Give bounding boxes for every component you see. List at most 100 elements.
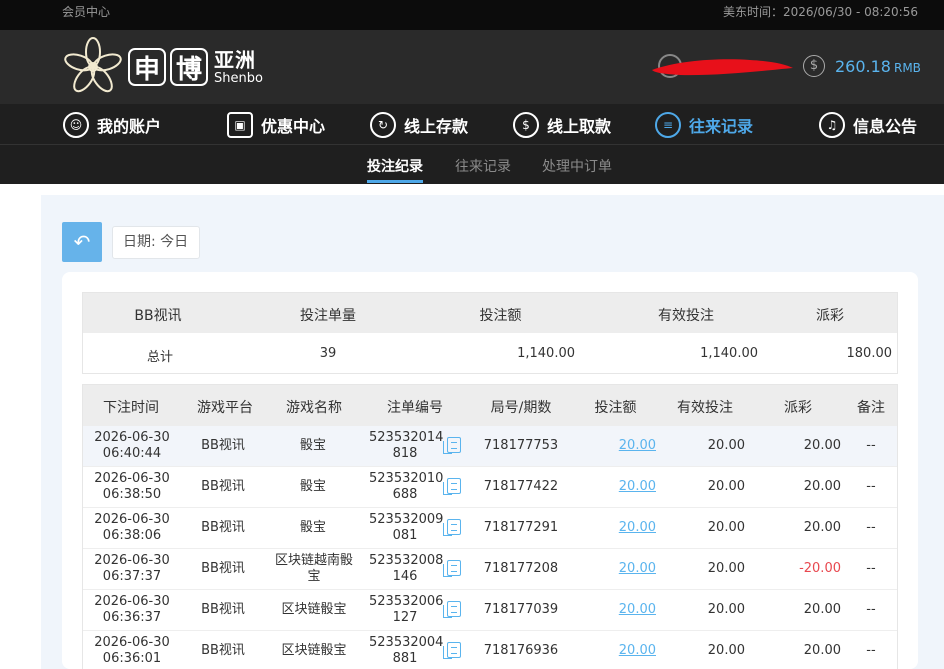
nav-online-withdraw[interactable]: $ 线上取款 [513, 110, 611, 140]
game-name-cell: 骰宝 [299, 520, 326, 535]
payout-cell: 20.00 [803, 643, 841, 658]
bet-records-table: 下注时间 游戏平台 游戏名称 注单编号 局号/期数 投注额 有效投注 派彩 备注… [82, 384, 898, 669]
bet-amount-link[interactable]: 20.00 [610, 438, 656, 454]
order-id-cell: 523532014 818 [369, 430, 444, 461]
balance-currency: RMB [893, 61, 921, 75]
logo-cn: 亚洲 [214, 47, 256, 72]
deposit-icon: ↻ [370, 112, 396, 138]
table-row[interactable]: 2026-06-30 06:40:44 BB视讯 骰宝 523532014 818 … [83, 426, 897, 467]
column-header: 局号/期数 [490, 400, 552, 416]
copy-icon[interactable] [443, 478, 461, 495]
copy-icon[interactable] [443, 437, 461, 454]
platform-cell: BB视讯 [201, 561, 245, 576]
table-row[interactable]: 2026-06-30 06:38:50 BB视讯 骰宝 523532010 688 … [83, 467, 897, 508]
copy-icon[interactable] [443, 601, 461, 618]
note-cell: -- [866, 561, 876, 576]
valid-bet-cell: 20.00 [707, 561, 745, 576]
copy-icon[interactable] [443, 560, 461, 577]
copy-icon[interactable] [443, 519, 461, 536]
tab-pending-orders[interactable]: 处理中订单 [542, 156, 612, 176]
bet-time: 2026-06-30 06:37:37 [94, 553, 170, 584]
bet-amount-link[interactable]: 20.00 [610, 602, 656, 618]
balance-amount: 260.18 [835, 57, 891, 76]
summary-value: 1,140.00 [700, 346, 758, 361]
bet-time: 2026-06-30 06:38:06 [94, 512, 170, 543]
summary-table: BB视讯 投注单量 投注额 有效投注 派彩 总计 39 1,140.00 1,1… [82, 292, 898, 374]
summary-value: 总计 [146, 350, 173, 365]
summary-header: 有效投注 [658, 308, 714, 324]
game-name-cell: 区块链骰宝 [281, 643, 347, 658]
member-center-link[interactable]: 会员中心 [62, 3, 110, 20]
valid-bet-cell: 20.00 [707, 438, 745, 453]
logo-en: Shenbo [214, 70, 263, 86]
note-cell: -- [866, 602, 876, 617]
site-header: 申 博 亚洲 Shenbo $ 260.18 RMB [0, 30, 944, 104]
valid-bet-cell: 20.00 [707, 602, 745, 617]
nav-my-account[interactable]: ☺ 我的账户 [63, 110, 161, 140]
bet-amount-link[interactable]: 20.00 [610, 520, 656, 536]
column-header: 注单编号 [387, 400, 443, 416]
payout-cell: -20.00 [799, 561, 841, 576]
records-icon: ≡ [655, 112, 681, 138]
nav-promotions[interactable]: ▣ 优惠中心 [227, 110, 325, 140]
bet-time: 2026-06-30 06:36:37 [94, 594, 170, 625]
payout-cell: 20.00 [803, 479, 841, 494]
active-tab-underline [367, 180, 423, 183]
platform-cell: BB视讯 [201, 602, 245, 617]
round-id-cell: 718177208 [483, 561, 559, 576]
round-id-cell: 718176936 [483, 643, 559, 658]
table-row[interactable]: 2026-06-30 06:36:01 BB视讯 区块链骰宝 523532004 8… [83, 631, 897, 669]
summary-header: 投注单量 [300, 308, 356, 324]
logo-char-box: 博 [170, 48, 208, 86]
bet-time: 2026-06-30 06:36:01 [94, 635, 170, 666]
back-button[interactable]: ↶ [62, 222, 102, 262]
payout-cell: 20.00 [803, 602, 841, 617]
table-row[interactable]: 2026-06-30 06:36:37 BB视讯 区块链骰宝 523532006 1… [83, 590, 897, 631]
main-nav: ☺ 我的账户 ▣ 优惠中心 ↻ 线上存款 $ 线上取款 ≡ 往来记录 ♫ 信息公… [0, 104, 944, 145]
bet-amount-link[interactable]: 20.00 [610, 643, 656, 659]
summary-header: 投注额 [479, 308, 522, 324]
bet-amount-link[interactable]: 20.00 [610, 561, 656, 577]
valid-bet-cell: 20.00 [707, 643, 745, 658]
column-header: 投注额 [594, 400, 637, 416]
summary-header: BB视讯 [134, 308, 182, 324]
sub-nav: 投注纪录 往来记录 处理中订单 [0, 145, 944, 184]
round-id-cell: 718177753 [483, 438, 559, 453]
bell-icon: ♫ [819, 112, 845, 138]
note-cell: -- [866, 520, 876, 535]
column-header: 备注 [857, 400, 885, 416]
order-id-cell: 523532009 081 [369, 512, 444, 543]
bet-amount-link[interactable]: 20.00 [610, 479, 656, 495]
gift-icon: ▣ [227, 112, 253, 138]
site-logo[interactable]: 申 博 亚洲 Shenbo [62, 36, 263, 98]
table-row[interactable]: 2026-06-30 06:38:06 BB视讯 骰宝 523532009 081 … [83, 508, 897, 549]
note-cell: -- [866, 479, 876, 494]
date-filter[interactable]: 日期: 今日 [112, 226, 200, 259]
game-name-cell: 骰宝 [299, 438, 326, 453]
nav-label: 信息公告 [853, 117, 918, 136]
platform-cell: BB视讯 [201, 438, 245, 453]
summary-value: 1,140.00 [517, 346, 575, 361]
game-name-cell: 区块链越南骰宝 [274, 553, 353, 584]
summary-header: 派彩 [816, 308, 844, 324]
tab-bet-records[interactable]: 投注纪录 [367, 156, 423, 176]
copy-icon[interactable] [443, 642, 461, 659]
order-id-cell: 523532004 881 [369, 635, 444, 666]
account-balance: 260.18 RMB [835, 57, 921, 76]
username-redaction [652, 59, 793, 76]
payout-cell: 20.00 [803, 438, 841, 453]
valid-bet-cell: 20.00 [707, 479, 745, 494]
tab-transaction-records[interactable]: 往来记录 [455, 156, 511, 176]
nav-label: 线上存款 [404, 117, 469, 136]
nav-label: 优惠中心 [261, 117, 326, 136]
flower-logo-icon [64, 37, 122, 93]
nav-online-deposit[interactable]: ↻ 线上存款 [370, 110, 468, 140]
game-name-cell: 骰宝 [299, 479, 326, 494]
column-header: 下注时间 [103, 400, 159, 416]
payout-cell: 20.00 [803, 520, 841, 535]
nav-announcements[interactable]: ♫ 信息公告 [819, 110, 917, 140]
note-cell: -- [866, 438, 876, 453]
nav-records[interactable]: ≡ 往来记录 [655, 110, 753, 140]
table-row[interactable]: 2026-06-30 06:37:37 BB视讯 区块链越南骰宝 52353200… [83, 549, 897, 590]
summary-value: 39 [319, 346, 337, 361]
